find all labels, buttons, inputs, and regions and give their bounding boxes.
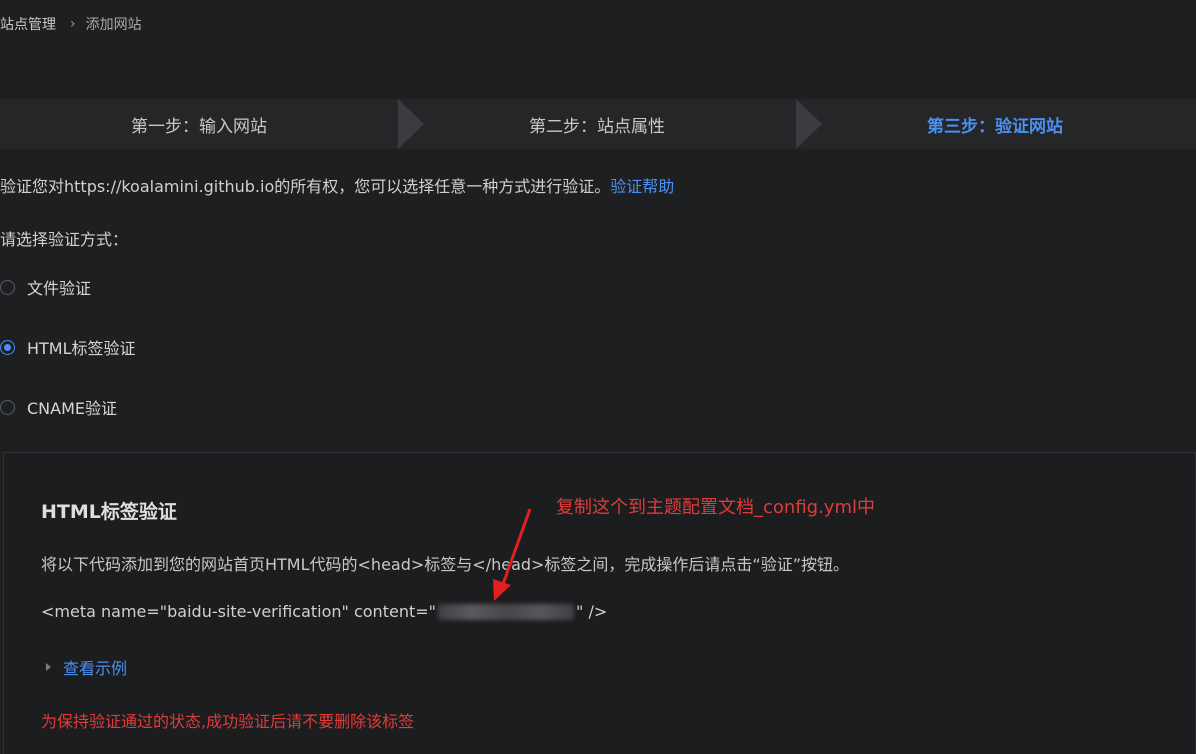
method-option-cname[interactable]: CNAME验证 (0, 395, 117, 419)
step-3-label: 第三步：验证网站 (927, 116, 1063, 137)
breadcrumb: 站点管理 › 添加网站 (0, 14, 142, 34)
annotation-text: 复制这个到主题配置文档_config.yml中 (556, 497, 875, 518)
radio-button[interactable] (0, 279, 15, 295)
step-3: 第三步：验证网站 (796, 99, 1194, 149)
redacted-token (438, 603, 574, 620)
radio-button-selected[interactable] (0, 339, 15, 355)
choose-method-label: 请选择验证方式： (0, 230, 129, 249)
panel-title: HTML标签验证 (41, 501, 177, 523)
red-arrow-icon (493, 508, 532, 601)
method-label: HTML标签验证 (27, 339, 136, 358)
warning-text: 为保持验证通过的状态,成功验证后请不要删除该标签 (41, 712, 415, 731)
radio-button[interactable] (0, 399, 15, 415)
panel-description: 将以下代码添加到您的网站首页HTML代码的<head>标签与</head>标签之… (41, 555, 850, 574)
caret-right-icon (46, 663, 51, 671)
method-option-html[interactable]: HTML标签验证 (0, 335, 136, 359)
code-prefix: <meta name="baidu-site-verification" con… (41, 602, 436, 621)
step-1-label: 第一步：输入网站 (131, 116, 267, 137)
breadcrumb-parent[interactable]: 站点管理 (0, 14, 56, 34)
step-arrow-icon (796, 99, 822, 149)
chevron-right-icon: › (70, 16, 76, 32)
intro-body: 验证您对https://koalamini.github.io的所有权，您可以选… (0, 177, 611, 196)
intro-text: 验证您对https://koalamini.github.io的所有权，您可以选… (0, 173, 674, 197)
step-arrow-icon (398, 99, 424, 149)
method-label: 文件验证 (27, 279, 92, 298)
breadcrumb-current: 添加网站 (85, 17, 142, 33)
view-example-link[interactable]: 查看示例 (63, 655, 127, 679)
help-link[interactable]: 验证帮助 (610, 177, 674, 196)
step-2: 第二步：站点属性 (398, 99, 822, 149)
method-option-file[interactable]: 文件验证 (0, 275, 91, 299)
step-2-label: 第二步：站点属性 (529, 116, 665, 137)
step-1: 第一步：输入网站 (0, 99, 424, 149)
step-indicator: 第一步：输入网站 第二步：站点属性 第三步：验证网站 (0, 99, 1196, 149)
verification-panel: HTML标签验证 复制这个到主题配置文档_config.yml中 将以下代码添加… (3, 452, 1196, 754)
view-example-toggle[interactable]: 查看示例 (46, 655, 127, 679)
code-suffix: " /> (576, 602, 608, 621)
method-label: CNAME验证 (27, 399, 118, 418)
